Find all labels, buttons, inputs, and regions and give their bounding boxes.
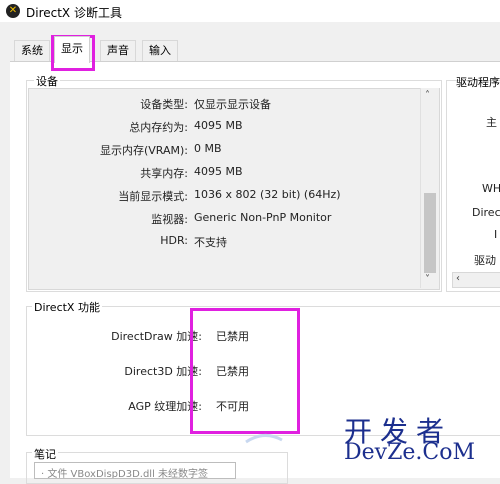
tab-input[interactable]: 输入: [142, 40, 178, 61]
features-group-title: DirectX 功能: [32, 299, 102, 315]
display-mode-value: 1036 x 802 (32 bit) (64Hz): [194, 188, 341, 201]
tab-system[interactable]: 系统: [14, 40, 50, 61]
decorative-swoosh: [245, 434, 283, 444]
monitor-label: 监视器:: [151, 213, 188, 226]
driver-main-label: 主: [486, 116, 497, 129]
scroll-up-icon[interactable]: ˄: [425, 90, 430, 101]
device-type-label: 设备类型:: [140, 98, 188, 111]
shared-memory-label: 共享内存:: [140, 167, 188, 180]
driver-direct-label: Direc: [472, 206, 500, 219]
agp-label: AGP 纹理加速:: [128, 400, 202, 413]
vram-label: 显示内存(VRAM):: [99, 144, 188, 157]
hdr-value: 不支持: [194, 236, 227, 249]
driver-whql-label: WH: [482, 182, 500, 195]
device-type-value: 仅显示显示设备: [194, 98, 271, 111]
total-memory-label: 总内存约为:: [129, 121, 188, 134]
monitor-value: Generic Non-PnP Monitor: [194, 211, 332, 224]
watermark-domain: DevZe.CoM: [344, 440, 475, 465]
notes-textbox[interactable]: · 文件 VBoxDispD3D.dll 未经数字签: [34, 462, 236, 479]
direct3d-label: Direct3D 加速:: [124, 365, 202, 378]
scroll-left-icon[interactable]: ‹: [456, 273, 460, 284]
driver-i-label: I: [494, 228, 498, 241]
shared-memory-value: 4095 MB: [194, 165, 243, 178]
tab-display[interactable]: 显示: [54, 36, 90, 63]
tab-sound[interactable]: 声音: [100, 40, 136, 61]
driver-drv-label: 驱动: [474, 254, 496, 267]
notes-group-title: 笔记: [32, 446, 58, 462]
device-scrollbar[interactable]: ˄ ˅: [420, 88, 439, 288]
directx-icon: ✕: [6, 4, 20, 18]
highlight-feature-values: [190, 308, 300, 434]
driver-hscrollbar[interactable]: ‹: [452, 272, 500, 288]
vram-value: 0 MB: [194, 142, 222, 155]
scroll-thumb[interactable]: [424, 193, 436, 273]
scroll-down-icon[interactable]: ˅: [425, 274, 430, 285]
total-memory-value: 4095 MB: [194, 119, 243, 132]
driver-group-title: 驱动程序: [456, 76, 500, 89]
directdraw-label: DirectDraw 加速:: [111, 330, 202, 343]
device-group-title: 设备: [34, 73, 60, 89]
display-mode-label: 当前显示模式:: [118, 190, 188, 203]
hdr-label: HDR:: [160, 234, 188, 247]
title-bar: ✕ DirectX 诊断工具: [0, 0, 500, 22]
window-title: DirectX 诊断工具: [26, 6, 122, 20]
